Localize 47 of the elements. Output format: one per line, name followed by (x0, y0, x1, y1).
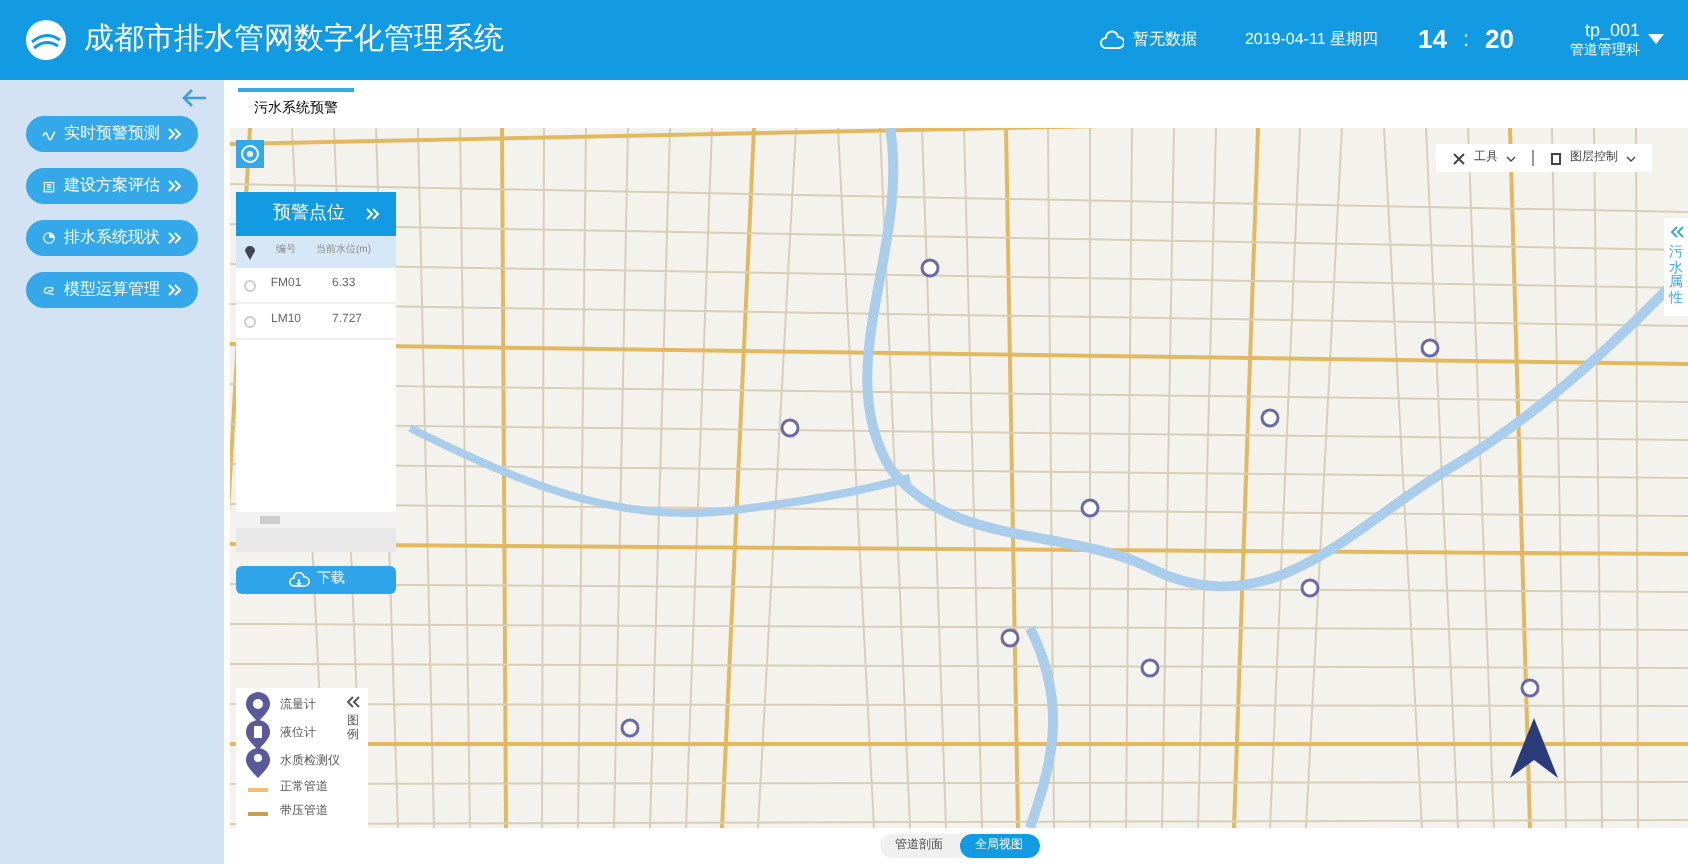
pie-chart-icon (42, 226, 56, 250)
map-pin-icon[interactable] (1300, 578, 1320, 598)
map-pin-icon[interactable] (1260, 408, 1280, 428)
caret-icon (1506, 155, 1516, 161)
logo-icon (24, 18, 68, 62)
map-pin-icon[interactable] (1420, 338, 1440, 358)
pin-icon (244, 244, 256, 260)
map-pin-icon[interactable] (1140, 658, 1160, 678)
map-pin-icon[interactable] (780, 418, 800, 438)
caret-icon (1626, 155, 1636, 161)
user-name[interactable]: tp_001 (1584, 22, 1640, 40)
sidebar-menu-button[interactable]: 排水系统现状 (26, 220, 198, 256)
tools-icon (1452, 151, 1466, 165)
caret-icon[interactable] (1648, 34, 1664, 46)
clock-hour: 14 (1418, 22, 1447, 59)
back-arrow-icon[interactable] (180, 88, 208, 108)
row-checkbox[interactable] (244, 315, 256, 327)
double-chevron-icon[interactable] (168, 284, 182, 296)
double-chevron-icon[interactable] (168, 232, 182, 244)
locate-button[interactable] (236, 140, 264, 168)
cloud-download-icon (287, 572, 309, 588)
sidebar-menu-button[interactable]: 模型运算管理 (26, 272, 198, 308)
north-arrow-icon (1510, 718, 1558, 778)
target-icon (240, 144, 260, 164)
collapse-icon[interactable] (346, 696, 360, 708)
double-chevron-icon[interactable] (168, 180, 182, 192)
date-text: 2019-04-11 星期四 (1244, 28, 1378, 52)
sidebar-menu-button[interactable]: 建设方案评估 (26, 168, 198, 204)
row-checkbox[interactable] (244, 279, 256, 291)
layers-icon (1550, 151, 1562, 165)
map-pin-icon[interactable] (1000, 628, 1020, 648)
map-pin-icon[interactable] (1520, 678, 1540, 698)
map-pin-icon[interactable] (1080, 498, 1100, 518)
expand-icon[interactable] (1669, 226, 1683, 238)
app-title: 成都市排水管网数字化管理系统 (84, 19, 504, 60)
map-pin-icon[interactable] (920, 258, 940, 278)
panel-title: 预警点位 (271, 200, 347, 227)
double-chevron-icon[interactable] (168, 128, 182, 140)
clock-separator: : (1462, 25, 1470, 56)
weather-text: 暂无数据 (1132, 28, 1197, 52)
horizontal-scrollbar[interactable] (236, 512, 396, 528)
cloud-icon (1100, 30, 1125, 50)
map-marker-icon (244, 719, 272, 751)
clock-minute: 20 (1485, 22, 1514, 59)
map-pin-icon[interactable] (620, 718, 640, 738)
map-marker-icon (244, 747, 272, 779)
sidebar-menu-button[interactable]: 实时预警预测 (26, 116, 198, 152)
